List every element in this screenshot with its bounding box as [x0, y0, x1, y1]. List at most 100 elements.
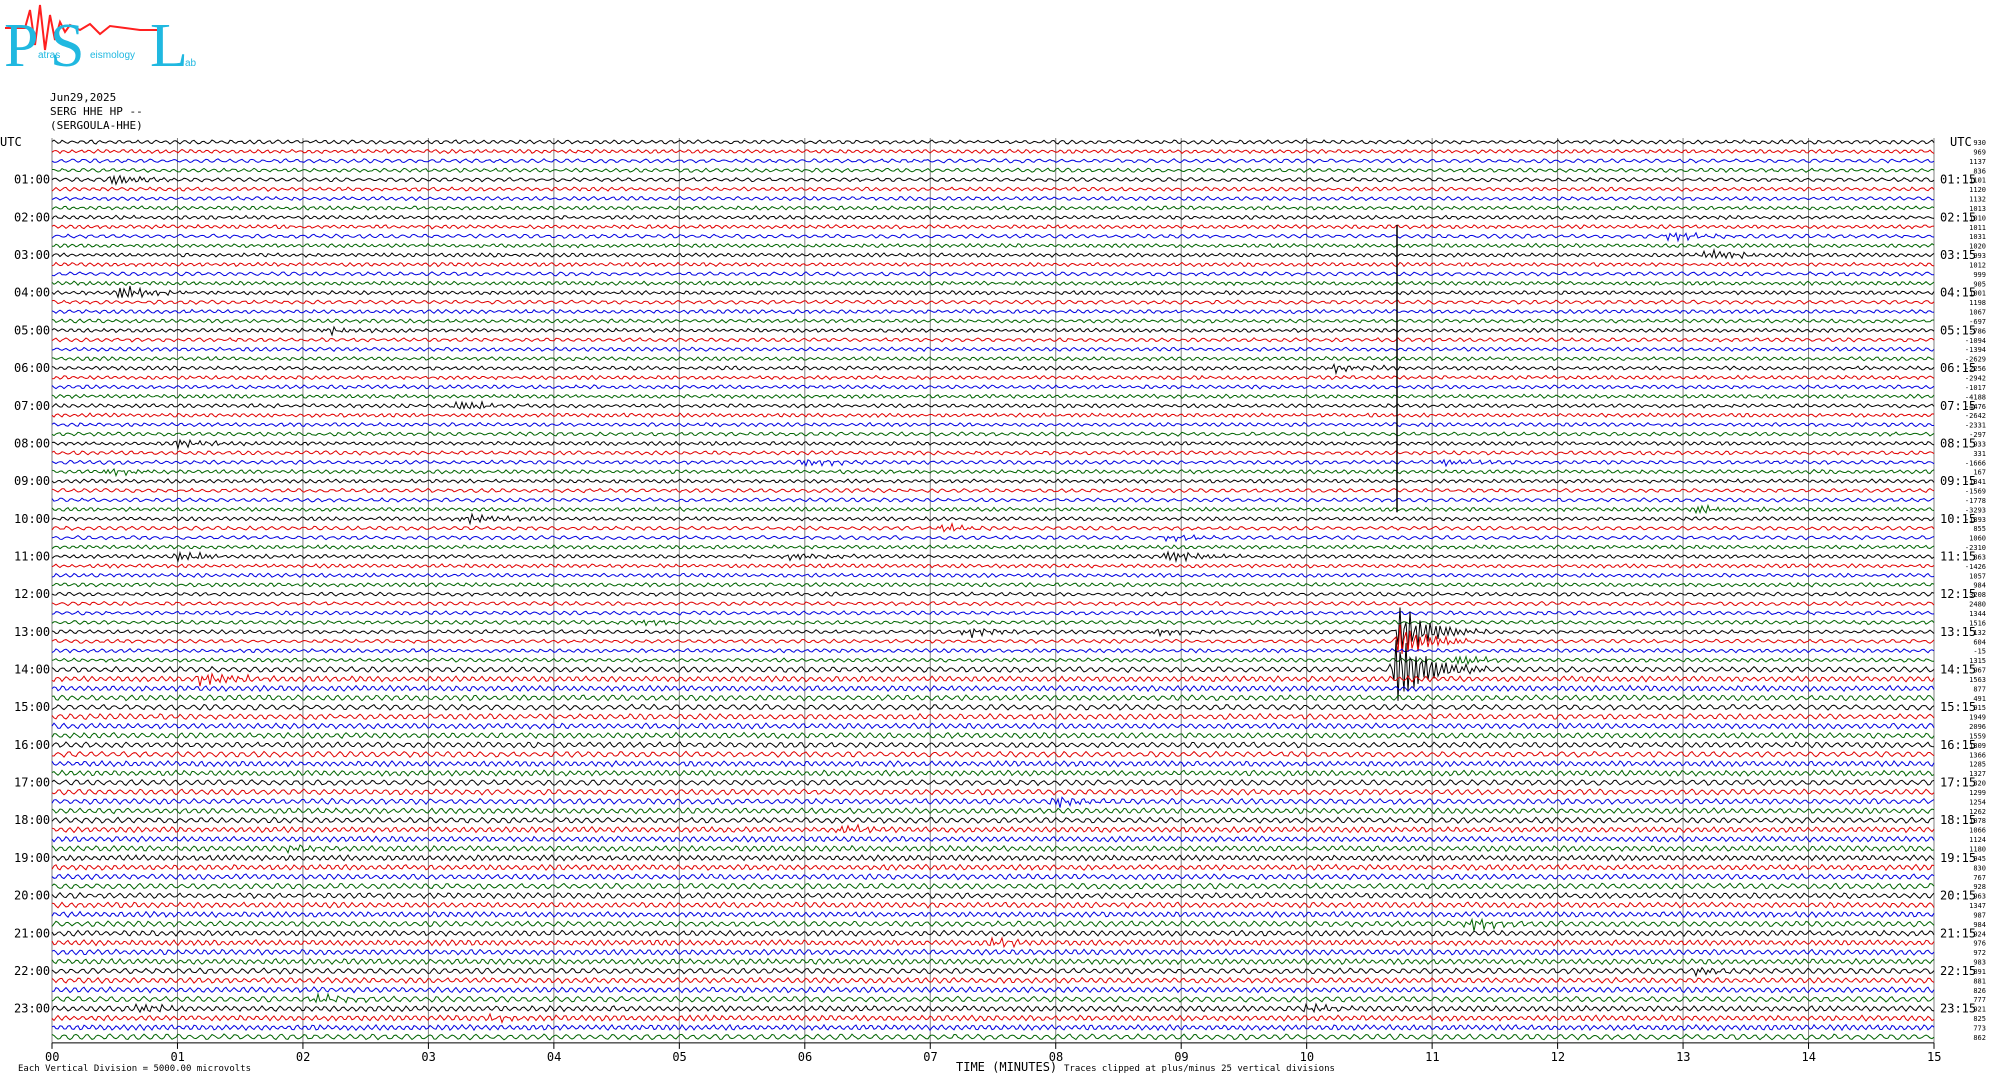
- trace-line: [51, 362, 1935, 376]
- trace-line: [52, 986, 1935, 994]
- trace-line: [51, 231, 1935, 243]
- trace-line: [51, 318, 1935, 324]
- trace-line: [51, 929, 1935, 937]
- left-hour-label: 20:00: [14, 889, 50, 903]
- trace-line: [51, 807, 1935, 815]
- trace-line: [51, 248, 1935, 260]
- row-offset-label: 2480: [1969, 601, 1986, 609]
- x-tick-label: 05: [672, 1050, 686, 1064]
- row-offset-label: 331: [1973, 450, 1986, 458]
- trace-line: [51, 835, 1935, 843]
- row-offset-label: -1426: [1965, 563, 1986, 571]
- trace-line: [51, 694, 1935, 702]
- row-offset-label: 1060: [1969, 535, 1986, 543]
- right-hour-label: 06:15: [1940, 361, 1976, 375]
- x-tick-label: 15: [1927, 1050, 1941, 1064]
- right-hour-label: 01:15: [1940, 173, 1976, 187]
- right-hour-label: 12:15: [1940, 587, 1976, 601]
- trace-line: [51, 684, 1935, 693]
- trace-line: [51, 458, 1935, 468]
- row-offset-label: 826: [1973, 987, 1986, 995]
- trace-line: [51, 421, 1934, 428]
- right-hour-label: 20:15: [1940, 889, 1976, 903]
- trace-line: [51, 1023, 1935, 1032]
- trace-line: [51, 271, 1935, 277]
- trace-line: [51, 823, 1935, 834]
- row-offset-label: 1949: [1969, 714, 1986, 722]
- row-offset-label: 1120: [1969, 186, 1986, 194]
- left-hour-label: 11:00: [14, 549, 50, 563]
- x-axis-title: TIME (MINUTES): [956, 1060, 1057, 1074]
- row-offset-label: 767: [1973, 874, 1986, 882]
- left-hour-label: 16:00: [14, 738, 50, 752]
- x-tick-label: 03: [421, 1050, 435, 1064]
- row-offset-label: -1017: [1965, 384, 1986, 392]
- trace-line: [51, 901, 1935, 909]
- trace-line: [51, 948, 1935, 956]
- trace-line: [51, 384, 1935, 390]
- left-hour-label: 22:00: [14, 964, 50, 978]
- right-hour-label: 08:15: [1940, 436, 1976, 450]
- trace-line: [51, 759, 1935, 768]
- right-hour-label: 22:15: [1940, 964, 1976, 978]
- trace-line: [51, 731, 1935, 740]
- x-tick-label: 07: [923, 1050, 937, 1064]
- left-hour-label: 07:00: [14, 399, 50, 413]
- right-hour-label: 10:15: [1940, 512, 1976, 526]
- left-hour-label: 13:00: [14, 625, 50, 639]
- trace-line: [51, 174, 1935, 186]
- row-offset-label: 1067: [1969, 309, 1986, 317]
- row-offset-label: -1778: [1965, 497, 1986, 505]
- trace-line: [51, 750, 1935, 758]
- trace-line: [51, 431, 1935, 437]
- trace-line: [51, 223, 1935, 230]
- trace-line: [51, 581, 1935, 588]
- trace-line: [51, 544, 1935, 550]
- left-hour-label: 02:00: [14, 210, 50, 224]
- trace-line: [51, 139, 1935, 145]
- x-tick-label: 13: [1676, 1050, 1690, 1064]
- right-hour-label: 11:15: [1940, 549, 1976, 563]
- trace-line: [51, 487, 1935, 494]
- trace-line: [51, 872, 1935, 881]
- trace-line: [51, 936, 1935, 949]
- row-offset-label: -1394: [1965, 346, 1986, 354]
- trace-line: [51, 497, 1935, 503]
- row-offset-label: 1124: [1969, 836, 1986, 844]
- trace-line: [51, 591, 1935, 597]
- right-hour-label: 03:15: [1940, 248, 1976, 262]
- trace-line: [51, 299, 1935, 305]
- row-offset-label: 1254: [1969, 798, 1986, 806]
- utc-label-right: UTC: [1950, 135, 1972, 149]
- left-hour-label: 01:00: [14, 173, 50, 187]
- left-hour-label: 15:00: [14, 700, 50, 714]
- row-offset-label: 855: [1973, 525, 1986, 533]
- row-offset-label: 1066: [1969, 827, 1986, 835]
- right-hour-label: 13:15: [1940, 625, 1976, 639]
- trace-line: [51, 186, 1935, 192]
- trace-line: [51, 654, 1934, 666]
- left-hour-label: 14:00: [14, 663, 50, 677]
- trace-line: [51, 600, 1935, 607]
- row-offset-label: 1011: [1969, 224, 1986, 232]
- x-tick-label: 09: [1174, 1050, 1188, 1064]
- trace-line: [51, 346, 1935, 353]
- right-hour-label: 18:15: [1940, 813, 1976, 827]
- right-hour-label: 15:15: [1940, 700, 1976, 714]
- left-hour-label: 17:00: [14, 776, 50, 790]
- trace-line: [51, 966, 1935, 978]
- trace-line: [51, 374, 1935, 381]
- row-offset-label: 1057: [1969, 572, 1986, 580]
- trace-line: [51, 438, 1935, 451]
- row-offset-label: -2642: [1965, 412, 1986, 420]
- right-hour-label: 21:15: [1940, 926, 1976, 940]
- row-offset-label: 1299: [1969, 789, 1986, 797]
- trace-line: [51, 285, 1935, 299]
- trace-line: [51, 976, 1935, 985]
- trace-line: [51, 672, 1935, 687]
- trace-line: [51, 607, 1935, 652]
- trace-line: [51, 788, 1935, 796]
- row-offset-label: 972: [1973, 949, 1986, 957]
- trace-line: [51, 512, 1935, 526]
- left-hour-label: 08:00: [14, 436, 50, 450]
